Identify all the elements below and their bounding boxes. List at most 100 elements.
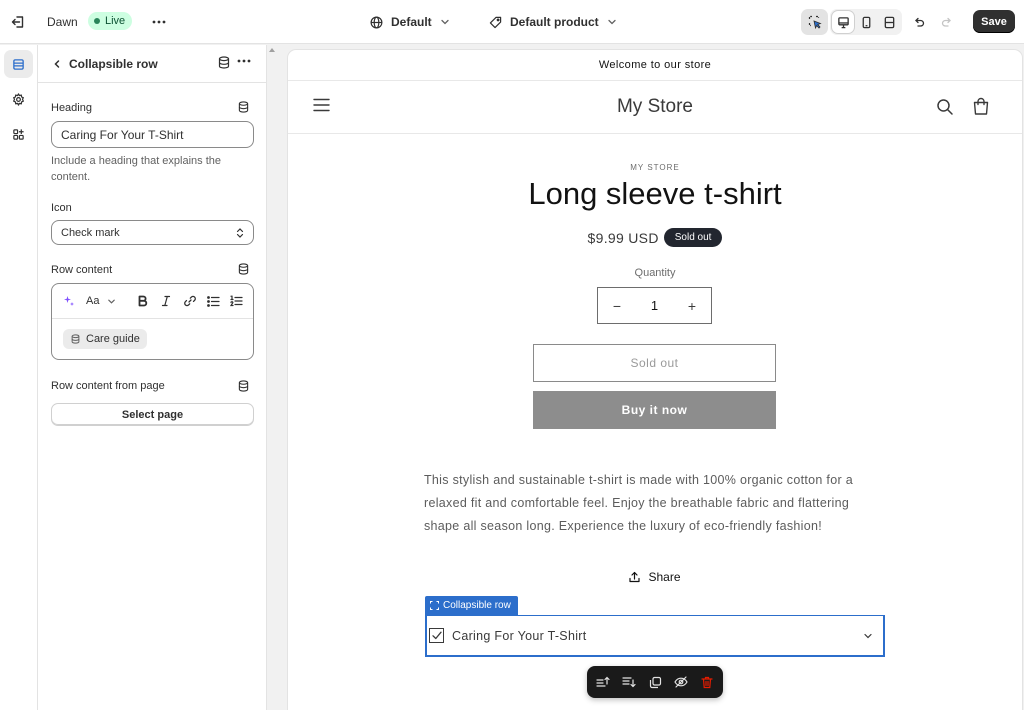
numbered-list-icon: [229, 295, 243, 307]
rte-body[interactable]: Care guide: [52, 319, 253, 359]
desktop-view-button[interactable]: [832, 11, 854, 33]
metafield-chip-label: Care guide: [86, 333, 140, 345]
move-up-button[interactable]: [595, 674, 611, 690]
hide-section-button[interactable]: [673, 674, 689, 690]
quantity-decrease-button[interactable]: −: [598, 288, 636, 323]
settings-gear-icon: [13, 92, 24, 106]
product-title: Long sleeve t-shirt: [528, 176, 782, 211]
database-icon: [71, 334, 80, 344]
ellipsis-icon: [152, 20, 166, 24]
italic-icon: [161, 295, 171, 307]
sections-tab[interactable]: [4, 50, 33, 78]
undo-button[interactable]: [910, 12, 928, 32]
template-selector-label: Default: [391, 15, 432, 29]
collapsible-row[interactable]: Caring For Your T-Shirt: [425, 615, 885, 657]
delete-icon: [701, 676, 713, 688]
selection-frame-icon: [430, 601, 439, 610]
ai-generate-button[interactable]: [61, 291, 77, 311]
bullet-list-button[interactable]: [203, 291, 223, 311]
database-icon: [238, 101, 249, 113]
save-button[interactable]: Save: [973, 10, 1015, 33]
globe-icon: [370, 16, 383, 28]
search-button[interactable]: [936, 98, 954, 116]
duplicate-icon: [649, 676, 661, 688]
icon-select-value: Check mark: [61, 226, 120, 239]
section-action-toolbar: [587, 666, 723, 698]
database-icon: [218, 56, 230, 69]
heading-label: Heading: [51, 102, 92, 114]
live-status-badge: Live: [88, 12, 133, 30]
check-icon: [431, 631, 442, 640]
sold-out-badge: Sold out: [663, 228, 723, 247]
theme-name[interactable]: Dawn: [47, 0, 78, 44]
app-embeds-tab[interactable]: [4, 120, 33, 148]
link-button[interactable]: [180, 291, 200, 311]
announcement-bar[interactable]: Welcome to our store: [288, 50, 1022, 81]
sparkle-icon: [64, 296, 74, 306]
dynamic-source-button[interactable]: [218, 56, 230, 69]
viewport-switcher: [830, 9, 902, 35]
panel-scrollbar[interactable]: [267, 45, 277, 710]
back-button[interactable]: [50, 57, 64, 71]
share-button[interactable]: Share: [288, 570, 1022, 584]
cart-button[interactable]: [972, 97, 990, 116]
select-arrows-icon: [236, 227, 244, 238]
announcement-text: Welcome to our store: [598, 59, 712, 71]
share-label: Share: [648, 570, 681, 584]
quantity-increase-button[interactable]: +: [673, 288, 711, 323]
quantity-value[interactable]: 1: [636, 298, 673, 313]
link-icon: [184, 295, 196, 307]
add-to-cart-button[interactable]: Sold out: [533, 344, 776, 382]
metafield-chip[interactable]: Care guide: [63, 329, 147, 349]
move-down-button[interactable]: [621, 674, 637, 690]
database-icon: [238, 380, 249, 392]
heading-dynamic-source[interactable]: [238, 101, 249, 113]
exit-icon: [11, 16, 24, 28]
redo-button[interactable]: [938, 12, 956, 32]
fullscreen-view-button[interactable]: [878, 11, 900, 33]
redo-icon: [941, 17, 951, 27]
delete-section-button[interactable]: [699, 674, 715, 690]
store-logo-text[interactable]: My Store: [288, 96, 1022, 118]
product-description: This stylish and sustainable t-shirt is …: [424, 473, 853, 533]
theme-settings-tab[interactable]: [4, 85, 33, 113]
preview-product-selector[interactable]: Default product: [489, 0, 617, 44]
numbered-list-button[interactable]: [226, 291, 246, 311]
live-status-text: Live: [105, 15, 126, 27]
buy-it-now-button[interactable]: Buy it now: [533, 391, 776, 429]
scroll-up-arrow[interactable]: [269, 48, 275, 52]
row-content-editor: Aa Care guide: [51, 283, 254, 360]
icon-select[interactable]: Check mark: [51, 220, 254, 245]
inspector-toggle[interactable]: [801, 9, 828, 35]
database-icon: [238, 263, 249, 275]
cart-icon: [973, 97, 989, 115]
editor-icon-rail: [0, 45, 38, 710]
mobile-view-button[interactable]: [855, 11, 877, 33]
rte-toolbar: Aa: [52, 284, 253, 319]
panel-more-button[interactable]: [237, 53, 251, 63]
template-selector[interactable]: Default: [370, 0, 450, 44]
row-page-dynamic-source[interactable]: [238, 380, 249, 392]
check-mark-icon-box: [429, 628, 444, 643]
fullscreen-icon: [884, 16, 894, 28]
move-up-icon: [596, 676, 610, 687]
move-down-icon: [622, 677, 636, 688]
tag-icon: [489, 16, 502, 28]
row-content-dynamic-source[interactable]: [238, 263, 249, 275]
desktop-icon: [837, 16, 849, 28]
preview-product-label: Default product: [510, 15, 599, 29]
undo-icon: [915, 17, 925, 27]
duplicate-button[interactable]: [647, 674, 663, 690]
theme-actions-button[interactable]: [150, 0, 168, 44]
heading-input[interactable]: [51, 121, 254, 148]
product-vendor: MY STORE: [630, 163, 680, 172]
bold-button[interactable]: [132, 291, 152, 311]
select-page-button[interactable]: Select page: [51, 403, 254, 426]
text-style-dropdown[interactable]: Aa: [86, 291, 126, 311]
sections-icon: [13, 58, 24, 70]
exit-button[interactable]: [8, 0, 28, 44]
italic-button[interactable]: [156, 291, 176, 311]
chevron-down-icon: [441, 19, 449, 25]
section-settings-panel: Collapsible row Heading Include a headin…: [38, 45, 267, 710]
selected-section-tag[interactable]: Collapsible row: [425, 596, 518, 615]
